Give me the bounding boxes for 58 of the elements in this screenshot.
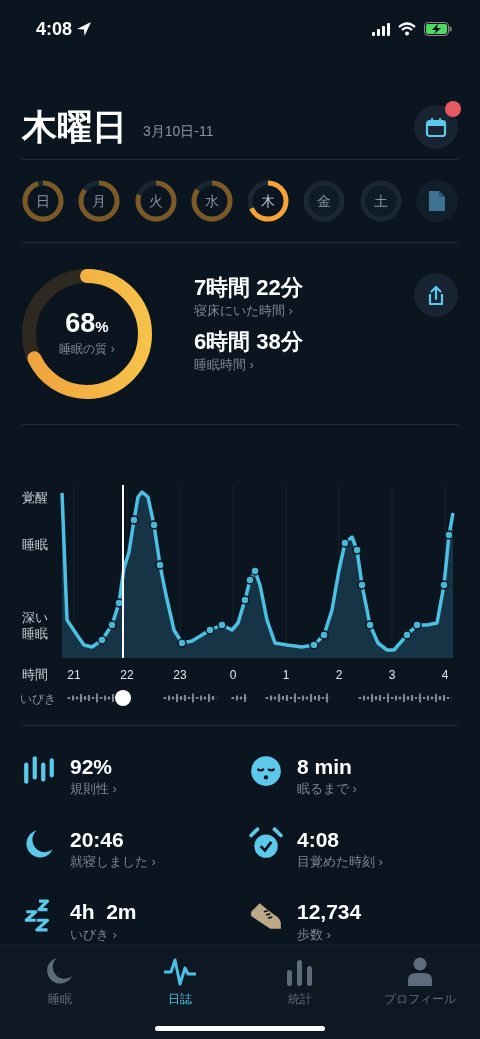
axis-label: 深い睡眠 — [22, 610, 48, 641]
day-tab[interactable]: 水 — [190, 180, 233, 222]
time-label: 1 — [282, 668, 290, 682]
time-label: 0 — [229, 668, 237, 682]
nav-tab[interactable]: 日誌 — [120, 946, 240, 1039]
stat-value: 12,734 — [297, 899, 362, 925]
nav-tab[interactable]: プロフィール — [360, 946, 480, 1039]
axis-title: 時間 — [22, 667, 48, 682]
stat-link[interactable]: 眠るまで › — [297, 779, 357, 799]
time-label: 21 — [67, 668, 81, 682]
sleepy-face-icon — [249, 754, 283, 788]
snore-label: いびき — [20, 692, 56, 706]
battery-charging-icon — [424, 22, 452, 36]
day-tab[interactable]: 日 — [22, 180, 64, 222]
day-tab[interactable]: 土 — [359, 180, 402, 222]
metric-link[interactable]: 睡眠時間 › — [194, 355, 414, 375]
time-label: 2 — [335, 668, 343, 682]
stat-link[interactable]: いびき › — [70, 924, 137, 945]
share-icon — [426, 285, 446, 305]
stat-value: 4:08 — [297, 826, 341, 852]
calendar-icon — [425, 117, 447, 137]
clock-time: 4:08 — [36, 17, 73, 41]
alarm-clock-icon — [249, 826, 283, 861]
stat-link[interactable]: 目覚めた時刻 › — [297, 851, 383, 872]
metric-value: 7時間 22分 — [194, 275, 304, 302]
time-label: 22 — [120, 668, 134, 682]
time-label: 3 — [388, 668, 396, 682]
quality-link[interactable]: 睡眠の質 › — [59, 339, 115, 358]
pulse-wave-icon — [164, 956, 196, 988]
share-button[interactable] — [414, 273, 458, 317]
stat-value: 20:46 — [70, 826, 125, 852]
day-tab[interactable]: 金 — [303, 180, 346, 222]
stat-value: 92% — [70, 754, 114, 780]
axis-label: 睡眠 — [22, 537, 48, 552]
axis-label: 覚醒 — [22, 490, 48, 505]
stat-value: 4h 2m — [70, 899, 137, 925]
time-label: 4 — [441, 668, 449, 682]
time-label: 23 — [173, 668, 187, 682]
stat-link[interactable]: 就寝しました › — [70, 851, 156, 872]
day-tab[interactable]: 火 — [134, 180, 177, 222]
playhead-handle[interactable] — [115, 690, 131, 706]
stat-value: 8 min — [297, 754, 353, 780]
stat-link[interactable]: 規則性 › — [70, 779, 117, 799]
nav-tab[interactable]: 睡眠 — [0, 946, 120, 1039]
signal-icon — [372, 22, 390, 36]
stat-link[interactable]: 歩数 › — [297, 924, 362, 945]
report-button[interactable] — [415, 180, 458, 222]
metric-value: 6時間 38分 — [194, 328, 304, 356]
day-tab[interactable]: 木 — [247, 180, 290, 222]
document-icon — [427, 190, 446, 212]
date-range: 3月10日-11 — [143, 122, 214, 142]
day-tab[interactable]: 月 — [78, 180, 121, 222]
quality-percent: 68% — [65, 309, 109, 337]
wifi-icon — [398, 22, 416, 36]
nav-tab[interactable]: 統計 — [240, 946, 360, 1039]
location-arrow-icon — [76, 21, 93, 37]
metric-link[interactable]: 寝床にいた時間 › — [194, 301, 414, 321]
day-title: 木曜日 — [22, 107, 127, 147]
